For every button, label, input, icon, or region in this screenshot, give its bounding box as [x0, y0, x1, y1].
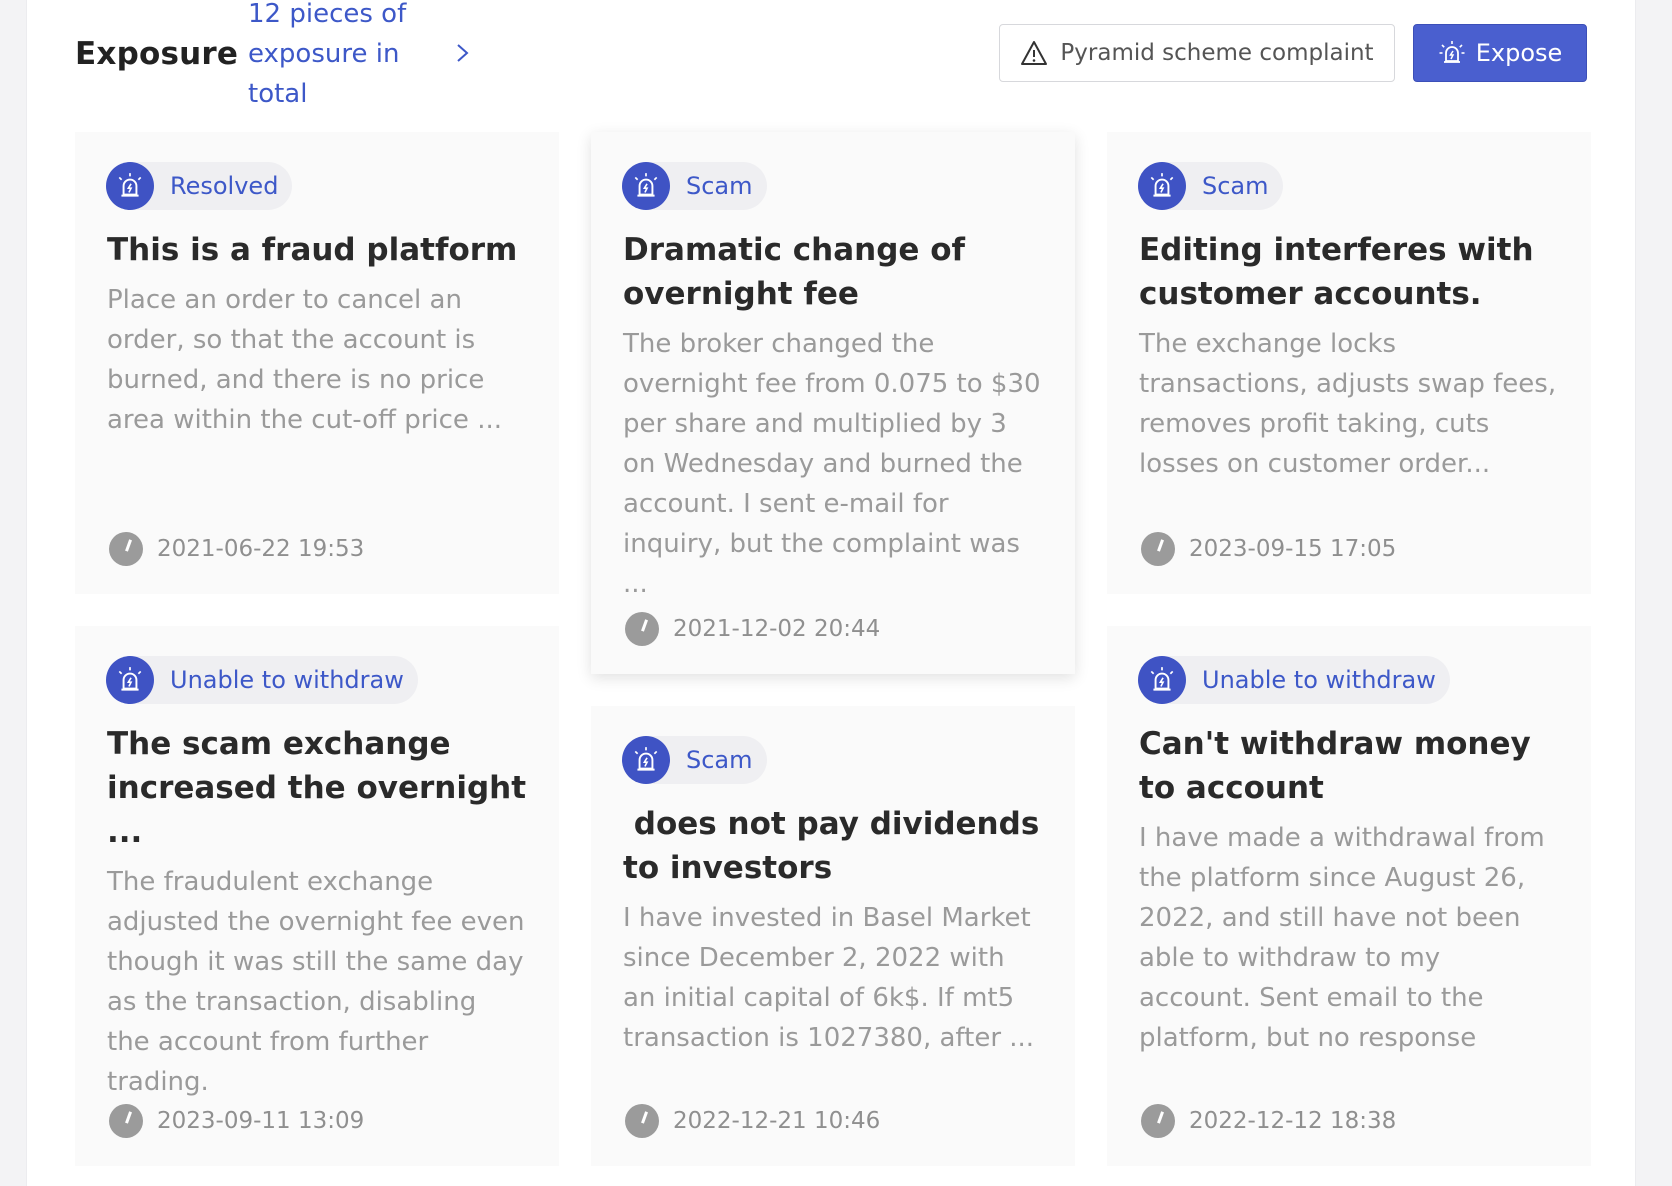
status-badge-label: Scam: [686, 172, 753, 200]
clock-icon: [109, 1104, 143, 1138]
card-time-text: 2023-09-11 13:09: [157, 1108, 365, 1134]
clock-icon: [625, 1104, 659, 1138]
exposure-card[interactable]: Scam Editing interferes with customer ac…: [1107, 132, 1591, 594]
card-time-text: 2021-06-22 19:53: [157, 536, 365, 562]
status-badge: Scam: [622, 736, 767, 784]
card-description: The fraudulent exchange adjusted the ove…: [107, 867, 525, 1097]
alarm-icon: [1439, 41, 1465, 63]
card-title: does not pay dividends to investors: [623, 806, 1051, 886]
expose-button[interactable]: Expose: [1413, 24, 1587, 82]
status-badge: Resolved: [106, 162, 293, 210]
clock-icon: [109, 532, 143, 566]
exposure-count-link[interactable]: 12 pieces of exposure in total: [248, 0, 438, 114]
status-badge: Unable to withdraw: [106, 656, 418, 704]
alarm-icon: [1138, 162, 1186, 210]
pyramid-scheme-complaint-button[interactable]: Pyramid scheme complaint: [999, 24, 1395, 82]
card-description: Place an order to cancel an order, so th…: [107, 285, 502, 435]
clock-icon: [625, 612, 659, 646]
card-description: I have invested in Basel Market since De…: [623, 903, 1035, 1053]
card-timestamp: 2023-09-15 17:05: [1141, 532, 1396, 566]
status-badge-label: Unable to withdraw: [1202, 666, 1436, 694]
card-timestamp: 2022-12-21 10:46: [625, 1104, 880, 1138]
card-title: Dramatic change of overnight fee: [623, 232, 976, 312]
card-title: This is a fraud platform: [107, 232, 518, 268]
card-title: The scam exchange increased the overnigh…: [107, 726, 537, 850]
clock-icon: [1141, 1104, 1175, 1138]
exposure-header: Exposure 12 pieces of exposure in total …: [75, 0, 1587, 114]
status-badge-label: Unable to withdraw: [170, 666, 404, 694]
card-time-text: 2023-09-15 17:05: [1189, 536, 1397, 562]
exposure-card[interactable]: Scam Dramatic change of overnight fee Th…: [591, 132, 1075, 674]
card-title: Can't withdraw money to account: [1139, 726, 1542, 806]
card-description: The broker changed the overnight fee fro…: [623, 329, 1041, 599]
status-badge-label: Scam: [686, 746, 753, 774]
clock-icon: [1141, 532, 1175, 566]
expose-button-label: Expose: [1475, 39, 1563, 67]
card-description: The exchange locks transactions, adjusts…: [1139, 329, 1557, 479]
card-title: Editing interferes with customer account…: [1139, 232, 1545, 312]
alarm-icon: [622, 736, 670, 784]
complaint-button-label: Pyramid scheme complaint: [1060, 40, 1374, 66]
chevron-right-icon[interactable]: [449, 38, 475, 68]
status-badge: Unable to withdraw: [1138, 656, 1450, 704]
card-time-text: 2022-12-12 18:38: [1189, 1108, 1397, 1134]
warning-icon: [1021, 41, 1048, 65]
status-badge-label: Scam: [1202, 172, 1269, 200]
card-timestamp: 2023-09-11 13:09: [109, 1104, 364, 1138]
card-timestamp: 2021-12-02 20:44: [625, 612, 880, 646]
status-badge: Scam: [1138, 162, 1283, 210]
page-title: Exposure: [75, 36, 239, 72]
card-description: I have made a withdrawal from the platfo…: [1139, 823, 1545, 1053]
exposure-card[interactable]: Unable to withdraw The scam exchange inc…: [75, 626, 559, 1166]
card-timestamp: 2022-12-12 18:38: [1141, 1104, 1396, 1138]
alarm-icon: [1138, 656, 1186, 704]
alarm-icon: [106, 162, 154, 210]
alarm-icon: [622, 162, 670, 210]
status-badge: Scam: [622, 162, 767, 210]
card-timestamp: 2021-06-22 19:53: [109, 532, 364, 566]
exposure-card[interactable]: Scam does not pay dividends to investors…: [591, 706, 1075, 1166]
exposure-panel: Exposure 12 pieces of exposure in total …: [26, 0, 1636, 1186]
exposure-card[interactable]: Resolved This is a fraud platform Place …: [75, 132, 559, 594]
status-badge-label: Resolved: [170, 172, 279, 200]
exposure-card[interactable]: Unable to withdraw Can't withdraw money …: [1107, 626, 1591, 1166]
alarm-icon: [106, 656, 154, 704]
card-time-text: 2022-12-21 10:46: [673, 1108, 881, 1134]
card-time-text: 2021-12-02 20:44: [673, 616, 881, 642]
